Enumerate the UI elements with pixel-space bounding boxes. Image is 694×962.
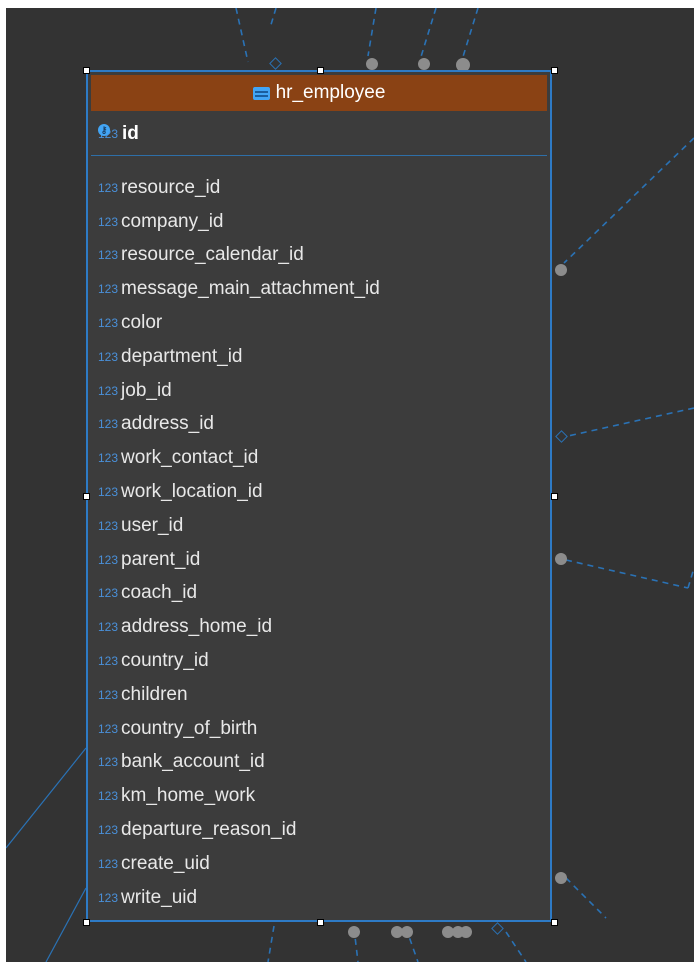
numeric-type-icon: 123 <box>98 856 119 871</box>
column-row[interactable]: 123 work_contact_id <box>91 441 547 475</box>
numeric-type-icon: 123 <box>98 180 119 195</box>
numeric-type-icon: 123 <box>98 687 119 702</box>
column-name: coach_id <box>121 582 198 604</box>
column-row[interactable]: 123 resource_id <box>91 171 547 205</box>
column-name: create_uid <box>121 852 210 874</box>
column-row[interactable]: 123 create_uid <box>91 847 547 881</box>
column-name: parent_id <box>121 548 201 570</box>
column-name: company_id <box>121 210 224 232</box>
column-name: write_uid <box>121 886 198 908</box>
column-row[interactable]: 123 address_home_id <box>91 610 547 644</box>
column-name: children <box>121 683 188 705</box>
column-row[interactable]: 123 km_home_work <box>91 779 547 813</box>
column-name: job_id <box>121 379 172 401</box>
column-list: 123 resource_id 123 company_id 123 resource_c… <box>91 171 547 915</box>
column-row[interactable]: 123 country_id <box>91 644 547 678</box>
column-row[interactable]: 123 message_main_attachment_id <box>91 272 547 306</box>
column-row[interactable]: 123 parent_id <box>91 543 547 577</box>
numeric-type-icon: 123 <box>98 755 119 770</box>
relation-endpoint <box>555 264 567 276</box>
primary-key-label: id <box>122 122 139 144</box>
column-name: resource_id <box>121 176 221 198</box>
numeric-type-icon: 123 <box>98 552 119 567</box>
resize-handle[interactable] <box>317 67 324 74</box>
numeric-type-icon: 123 <box>98 282 119 297</box>
relation-endpoint <box>366 58 378 70</box>
column-name: country_of_birth <box>121 717 258 739</box>
resize-handle[interactable] <box>83 919 90 926</box>
column-row[interactable]: 123 work_location_id <box>91 475 547 509</box>
column-name: work_contact_id <box>121 447 259 469</box>
numeric-type-icon: 123 <box>98 214 119 229</box>
column-name: km_home_work <box>121 785 256 807</box>
column-row[interactable]: 123 departure_reason_id <box>91 813 547 847</box>
column-name: color <box>121 312 163 334</box>
primary-key-row[interactable]: 123 ⚷ id <box>91 112 547 156</box>
entity-hr-employee[interactable]: hr_employee 123 ⚷ id 123resource_id123co… <box>86 70 552 922</box>
numeric-type-icon: 123 <box>98 789 119 804</box>
numeric-type-icon: 123 <box>98 518 119 533</box>
column-name: departure_reason_id <box>121 819 297 841</box>
column-row[interactable]: 123 coach_id <box>91 577 547 611</box>
column-name: bank_account_id <box>121 751 265 773</box>
numeric-type-icon: 123 <box>98 620 119 635</box>
numeric-type-icon: 123 <box>98 586 119 601</box>
numeric-type-icon: 123 <box>98 654 119 669</box>
table-icon <box>252 86 270 100</box>
numeric-type-icon: 123 <box>98 721 119 736</box>
column-name: department_id <box>121 345 243 367</box>
resize-handle[interactable] <box>83 67 90 74</box>
column-name: country_id <box>121 650 209 672</box>
numeric-type-icon: 123 <box>98 890 119 905</box>
column-row[interactable]: 123 country_of_birth <box>91 712 547 746</box>
column-name: user_id <box>121 514 184 536</box>
relation-endpoint <box>460 926 472 938</box>
numeric-type-icon: 123 <box>98 349 119 364</box>
relation-endpoint <box>418 58 430 70</box>
column-row[interactable]: 123 color <box>91 306 547 340</box>
resize-handle[interactable] <box>317 919 324 926</box>
numeric-type-icon: 123 <box>98 485 119 500</box>
diagram-canvas[interactable]: hr_employee 123 ⚷ id 123resource_id123co… <box>6 8 694 962</box>
column-row[interactable]: 123 address_id <box>91 408 547 442</box>
column-name: message_main_attachment_id <box>121 278 380 300</box>
resize-handle[interactable] <box>83 493 90 500</box>
key-icon: ⚷ <box>98 124 110 136</box>
relation-endpoint <box>348 926 360 938</box>
column-name: address_home_id <box>121 616 273 638</box>
column-row[interactable]: 123 department_id <box>91 340 547 374</box>
column-row[interactable]: 123 user_id <box>91 509 547 543</box>
resize-handle[interactable] <box>551 493 558 500</box>
numeric-type-icon: 123 <box>98 383 119 398</box>
column-row[interactable]: 123 company_id <box>91 205 547 239</box>
column-row[interactable]: 123 bank_account_id <box>91 746 547 780</box>
numeric-type-icon: 123 <box>98 451 119 466</box>
numeric-type-icon: 123 <box>98 316 119 331</box>
relation-endpoint <box>555 553 567 565</box>
column-row[interactable]: 123 children <box>91 678 547 712</box>
numeric-type-icon: 123 <box>98 417 119 432</box>
relation-endpoint <box>401 926 413 938</box>
relation-endpoint <box>555 872 567 884</box>
entity-header[interactable]: hr_employee <box>91 75 547 111</box>
column-row[interactable]: 123 resource_calendar_id <box>91 239 547 273</box>
column-name: resource_calendar_id <box>121 244 304 266</box>
column-row[interactable]: 123 write_uid <box>91 881 547 915</box>
resize-handle[interactable] <box>551 919 558 926</box>
column-name: address_id <box>121 413 214 435</box>
numeric-type-icon: 123 <box>98 823 119 838</box>
column-name: work_location_id <box>121 481 263 503</box>
column-row[interactable]: 123 job_id <box>91 374 547 408</box>
resize-handle[interactable] <box>551 67 558 74</box>
numeric-type-icon: 123 <box>98 248 119 263</box>
entity-title: hr_employee <box>275 82 386 103</box>
